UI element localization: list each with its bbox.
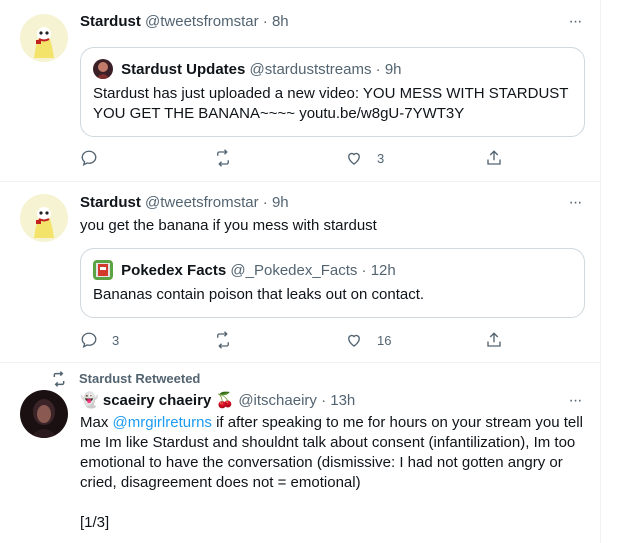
tweet-actions: 3 16 (80, 330, 510, 350)
retweet-icon (217, 331, 229, 349)
quoted-timestamp: 12h (370, 262, 396, 279)
separator-dot: · (321, 392, 327, 409)
user-handle[interactable]: @itschaeiry (238, 392, 317, 409)
like-icon (348, 152, 360, 165)
display-name[interactable]: Stardust (80, 13, 141, 30)
share-icon (487, 332, 501, 347)
tweet-text: you get the banana if you mess with star… (80, 217, 377, 234)
separator-dot: · (361, 262, 367, 279)
quoted-avatar (93, 59, 113, 79)
mention-link[interactable]: @mrgirlreturns (113, 414, 212, 431)
tweet-text: Max @mrgirlreturns if after speaking to … (80, 413, 586, 493)
avatar[interactable] (20, 194, 68, 242)
quoted-tweet-header: Pokedex Facts @_Pokedex_Facts · 12h (93, 260, 396, 280)
tweet[interactable]: Stardust @tweetsfromstar · 8h ··· Stardu… (0, 0, 601, 182)
reply-button[interactable] (80, 148, 112, 168)
reply-icon (81, 332, 97, 349)
more-icon[interactable]: ··· (564, 195, 586, 215)
share-button[interactable] (485, 148, 503, 168)
quoted-tweet-text: Bananas contain poison that leaks out on… (93, 286, 425, 303)
quoted-user-handle: @starduststreams (249, 61, 372, 78)
timestamp[interactable]: 9h (272, 194, 289, 211)
cherry-emoji: 🍒 (215, 392, 235, 409)
quoted-tweet[interactable]: Stardust Updates @starduststreams · 9h S… (80, 47, 585, 137)
avatar[interactable] (20, 14, 68, 62)
share-icon (487, 150, 501, 165)
retweeted-by-label[interactable]: Stardust Retweeted (79, 371, 200, 387)
tweet-text-start: Max (80, 414, 113, 431)
quoted-avatar (93, 260, 113, 280)
display-name[interactable]: scaeiry chaeiry (103, 392, 211, 409)
tweet-header: 👻 scaeiry chaeiry 🍒 @itschaeiry · 13h (80, 391, 355, 411)
retweet-icon (53, 371, 65, 387)
display-name[interactable]: Stardust (80, 194, 141, 211)
timestamp[interactable]: 8h (272, 13, 289, 30)
quoted-tweet-text: Stardust has just uploaded a new video: … (93, 85, 569, 122)
reply-button[interactable]: 3 (80, 330, 119, 350)
thread-marker: [1/3] (80, 514, 110, 531)
tweet-actions: 3 (80, 148, 510, 168)
separator-dot: · (375, 61, 381, 78)
retweet-icon (217, 149, 229, 167)
quoted-display-name: Stardust Updates (121, 61, 246, 78)
quoted-display-name: Pokedex Facts (121, 262, 227, 279)
tweet-header: Stardust @tweetsfromstar · 9h (80, 193, 289, 213)
tweet-header: Stardust @tweetsfromstar · 8h (80, 12, 289, 32)
like-count: 16 (377, 332, 392, 348)
like-button[interactable]: 3 (345, 148, 384, 168)
like-button[interactable]: 16 (345, 330, 391, 350)
retweet-button[interactable] (214, 330, 246, 350)
timeline: Stardust @tweetsfromstar · 8h ··· Stardu… (0, 0, 601, 543)
avatar[interactable] (20, 390, 68, 438)
more-icon[interactable]: ··· (564, 14, 586, 34)
like-icon (348, 334, 360, 347)
user-handle[interactable]: @tweetsfromstar (145, 194, 259, 211)
reply-icon (81, 150, 97, 167)
like-count: 3 (377, 150, 385, 166)
ghost-emoji: 👻 (80, 392, 99, 409)
reply-count: 3 (112, 332, 120, 348)
quoted-timestamp: 9h (384, 61, 402, 78)
separator-dot: · (262, 13, 268, 30)
share-button[interactable] (485, 330, 503, 350)
tweet[interactable]: Stardust @tweetsfromstar · 9h ··· you ge… (0, 182, 601, 363)
user-handle[interactable]: @tweetsfromstar (145, 13, 259, 30)
more-icon[interactable]: ··· (564, 393, 586, 413)
timestamp[interactable]: 13h (330, 392, 355, 409)
quoted-user-handle: @_Pokedex_Facts (230, 262, 358, 279)
separator-dot: · (262, 194, 268, 211)
quoted-tweet-header: Stardust Updates @starduststreams · 9h (93, 59, 402, 79)
quoted-tweet[interactable]: Pokedex Facts @_Pokedex_Facts · 12h Bana… (80, 248, 585, 318)
retweet-button[interactable] (214, 148, 246, 168)
